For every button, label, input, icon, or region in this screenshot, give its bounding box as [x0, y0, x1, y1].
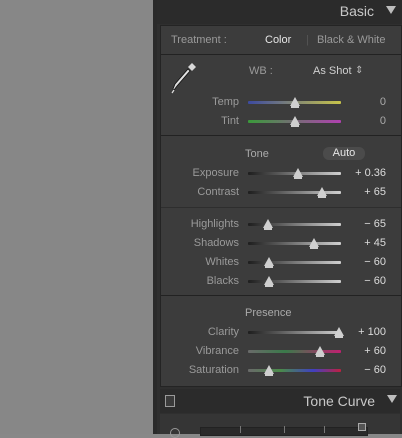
- highlights-value[interactable]: − 65: [347, 218, 386, 230]
- highlights-slider[interactable]: [248, 223, 341, 226]
- shadows-label: Shadows: [193, 237, 239, 249]
- collapse-triangle-icon[interactable]: [386, 6, 396, 14]
- tone-label: Tone: [245, 148, 269, 160]
- saturation-value[interactable]: − 60: [347, 364, 386, 376]
- whites-label: Whites: [205, 256, 239, 268]
- saturation-label: Saturation: [188, 364, 239, 376]
- clarity-label: Clarity: [207, 326, 239, 338]
- exposure-slider-thumb[interactable]: [293, 168, 303, 179]
- vibrance-value[interactable]: + 60: [347, 345, 386, 357]
- vibrance-slider-thumb[interactable]: [315, 346, 325, 357]
- eyedropper-icon[interactable]: [171, 60, 197, 94]
- basic-panel: Basic Treatment : Color | Black & White …: [157, 0, 402, 438]
- shadows-slider[interactable]: [248, 242, 341, 245]
- photo-preview-area: [0, 0, 153, 434]
- tone-curve-header[interactable]: Tone Curve: [160, 389, 400, 413]
- blacks-slider[interactable]: [248, 280, 341, 283]
- panel-switch-icon[interactable]: [165, 395, 175, 407]
- treatment-bw-button[interactable]: Black & White: [317, 34, 385, 46]
- divider: [161, 207, 401, 208]
- treatment-color-button[interactable]: Color: [265, 34, 291, 46]
- region-divider-handle[interactable]: [240, 426, 241, 433]
- auto-button[interactable]: Auto: [323, 147, 365, 160]
- vibrance-slider[interactable]: [248, 350, 341, 353]
- temp-value[interactable]: 0: [357, 96, 386, 108]
- wb-dropdown[interactable]: As Shot: [313, 65, 352, 77]
- vibrance-label: Vibrance: [195, 345, 239, 357]
- tone-curve-title: Tone Curve: [303, 393, 375, 409]
- clarity-slider-thumb[interactable]: [334, 327, 344, 338]
- treatment-separator: |: [306, 34, 309, 46]
- exposure-label: Exposure: [192, 167, 239, 179]
- blacks-value[interactable]: − 60: [347, 275, 386, 287]
- temp-slider-thumb[interactable]: [290, 97, 300, 108]
- region-divider-handle[interactable]: [324, 426, 325, 433]
- treatment-label: Treatment :: [171, 34, 227, 46]
- saturation-slider-thumb[interactable]: [264, 365, 274, 376]
- whites-value[interactable]: − 60: [347, 256, 386, 268]
- shadows-value[interactable]: + 45: [347, 237, 386, 249]
- divider: [161, 295, 401, 296]
- whites-slider[interactable]: [248, 261, 341, 264]
- highlights-label: Highlights: [190, 218, 239, 230]
- blacks-slider-thumb[interactable]: [264, 276, 274, 287]
- shadows-slider-thumb[interactable]: [309, 238, 319, 249]
- highlights-slider-thumb[interactable]: [263, 219, 273, 230]
- curve-point-handle[interactable]: [358, 423, 366, 431]
- tone-curve-body: [160, 414, 400, 438]
- tint-slider-thumb[interactable]: [290, 116, 300, 127]
- divider: [161, 135, 401, 136]
- basic-title: Basic: [339, 3, 374, 19]
- tint-label: Tint: [221, 115, 239, 127]
- clarity-value[interactable]: + 100: [347, 326, 386, 338]
- wb-dropdown-arrows-icon[interactable]: ⇕: [355, 65, 363, 76]
- basic-body: Treatment : Color | Black & White WB : A…: [160, 25, 402, 387]
- contrast-value[interactable]: + 65: [347, 186, 386, 198]
- basic-header[interactable]: Basic: [157, 0, 402, 24]
- temp-label: Temp: [212, 96, 239, 108]
- blacks-label: Blacks: [206, 275, 239, 287]
- contrast-slider-thumb[interactable]: [317, 187, 327, 198]
- tone-curve-collapse-icon[interactable]: [387, 395, 397, 403]
- presence-label: Presence: [245, 307, 292, 319]
- target-adjustment-icon[interactable]: [170, 428, 180, 438]
- saturation-slider[interactable]: [248, 369, 341, 372]
- clarity-slider[interactable]: [248, 331, 341, 334]
- tint-value[interactable]: 0: [357, 115, 386, 127]
- wb-label: WB :: [249, 65, 273, 77]
- exposure-value[interactable]: + 0.36: [347, 167, 386, 179]
- contrast-slider[interactable]: [248, 191, 341, 194]
- divider: [161, 54, 401, 55]
- contrast-label: Contrast: [197, 186, 239, 198]
- region-divider-handle[interactable]: [284, 426, 285, 433]
- whites-slider-thumb[interactable]: [264, 257, 274, 268]
